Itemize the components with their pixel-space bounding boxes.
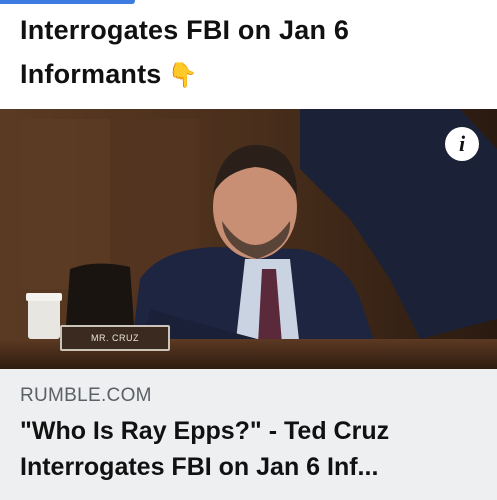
link-title: "Who Is Ray Epps?" - Ted Cruz Interrogat… xyxy=(20,413,490,485)
link-title-line-2: Interrogates FBI on Jan 6 Inf... xyxy=(20,453,379,481)
post-text-line-2: Informants 👇 xyxy=(20,52,490,98)
info-icon[interactable]: i xyxy=(445,127,479,161)
post-text: Interrogates FBI on Jan 6 Informants 👇 xyxy=(20,8,490,98)
top-accent-bar xyxy=(0,0,135,4)
link-title-line-1: "Who Is Ray Epps?" - Ted Cruz xyxy=(20,417,390,445)
post-text-line-2-words: Informants xyxy=(20,59,162,89)
pointing-down-icon: 👇 xyxy=(167,62,198,89)
nameplate-label: MR. CRUZ xyxy=(60,325,170,351)
video-thumbnail[interactable]: MR. CRUZ i xyxy=(0,109,497,369)
link-meta[interactable]: RUMBLE.COM "Who Is Ray Epps?" - Ted Cruz… xyxy=(0,369,497,500)
link-preview-card[interactable]: MR. CRUZ i RUMBLE.COM "Who Is Ray Epps?"… xyxy=(0,109,497,500)
post-text-line-1: Interrogates FBI on Jan 6 xyxy=(20,15,350,45)
link-domain: RUMBLE.COM xyxy=(20,385,152,406)
